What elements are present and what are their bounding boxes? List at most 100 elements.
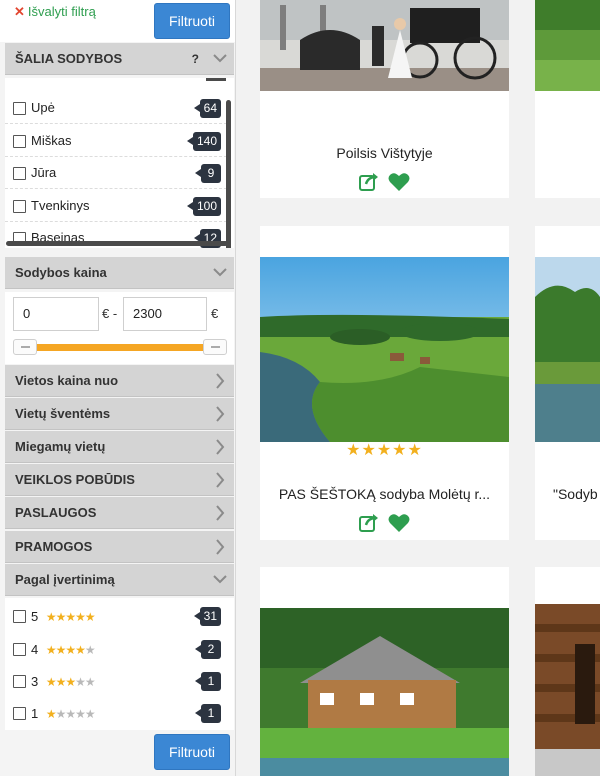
listing-card-partial[interactable] <box>535 0 600 198</box>
listing-photo[interactable] <box>260 257 509 442</box>
share-icon[interactable] <box>358 513 380 533</box>
section-entertainment[interactable]: PRAMOGOS <box>5 531 234 563</box>
rating-label: 3 <box>31 674 39 689</box>
filter-label: Miškas <box>31 133 72 148</box>
checkbox[interactable] <box>13 135 26 148</box>
checkbox[interactable] <box>13 675 26 688</box>
heart-icon[interactable] <box>388 172 410 192</box>
listing-title[interactable]: PAS ŠEŠTOKĄ sodyba Molėtų r... <box>260 486 509 502</box>
listing-card[interactable]: Poilsis Vištytyje <box>260 0 509 198</box>
wedding-carriage-photo <box>260 0 509 91</box>
filter-label: Jūra <box>31 165 57 180</box>
currency-label-max: € <box>211 306 219 321</box>
garden-photo <box>535 0 600 91</box>
section-activity-type[interactable]: VEIKLOS POBŪDIS <box>5 464 234 496</box>
rating-item-4[interactable]: 4 ★★★★★ 2 <box>5 633 227 666</box>
star-rating-icon: ★★★★★ <box>45 707 96 721</box>
price-range-handle-max[interactable] <box>203 339 227 355</box>
chevron-right-icon <box>216 505 225 521</box>
filter-sidebar: ✕ Išvalyti filtrą Filtruoti ŠALIA SODYBOS… <box>0 0 236 776</box>
chevron-right-icon <box>216 539 225 555</box>
section-near-header[interactable]: ŠALIA SODYBOS ? <box>5 43 234 75</box>
section-title: Vietų šventėms <box>15 406 111 421</box>
filter-item-jura[interactable]: Jūra 9 <box>5 157 227 189</box>
section-title: PASLAUGOS <box>15 505 97 520</box>
listing-card[interactable] <box>260 567 509 776</box>
filter-button-top[interactable]: Filtruoti <box>154 3 230 39</box>
listing-title[interactable]: "Sodyb <box>553 486 600 502</box>
share-icon[interactable] <box>358 172 380 192</box>
chevron-right-icon <box>216 472 225 488</box>
log-interior-photo <box>535 604 600 776</box>
price-min-input[interactable]: 0 <box>13 297 99 331</box>
rating-label: 5 <box>31 609 39 624</box>
lake-photo <box>535 257 600 442</box>
star-rating-icon: ★★★★★ <box>45 610 96 624</box>
filter-label: Tvenkinys <box>31 198 90 213</box>
price-max-input[interactable]: 2300 <box>123 297 207 331</box>
rating-item-5[interactable]: 5 ★★★★★ 31 <box>5 600 227 633</box>
section-sleeping-places[interactable]: Miegamų vietų <box>5 431 234 463</box>
section-rating-header[interactable]: Pagal įvertinimą <box>5 564 234 596</box>
listing-photo[interactable] <box>535 257 600 442</box>
price-range-track[interactable] <box>19 344 221 351</box>
section-event-places[interactable]: Vietų šventėms <box>5 398 234 430</box>
rating-label: 4 <box>31 642 39 657</box>
listing-rating-stars: ★★★★★ <box>346 442 423 459</box>
filter-item-miskas[interactable]: Miškas 140 <box>5 125 227 157</box>
count-badge: 1 <box>195 672 221 691</box>
listing-card-partial[interactable] <box>535 567 600 776</box>
rating-item-3[interactable]: 3 ★★★★★ 1 <box>5 665 227 698</box>
count-badge: 2 <box>195 640 221 659</box>
listing-title[interactable]: Poilsis Vištytyje <box>260 145 509 161</box>
count-badge: 1 <box>195 704 221 723</box>
chevron-down-icon <box>213 54 227 63</box>
count-badge: 100 <box>186 197 221 216</box>
listing-photo[interactable] <box>260 0 509 91</box>
count-badge: 64 <box>193 99 221 118</box>
horizontal-scrollbar[interactable] <box>6 241 228 246</box>
help-icon[interactable]: ? <box>192 43 199 75</box>
checkbox[interactable] <box>13 102 26 115</box>
section-title: Vietos kaina nuo <box>15 373 119 388</box>
section-title: VEIKLOS POBŪDIS <box>15 472 135 487</box>
filter-button-bottom[interactable]: Filtruoti <box>154 734 230 770</box>
section-near-title: ŠALIA SODYBOS <box>15 51 123 66</box>
listing-card[interactable]: ★★★★★ PAS ŠEŠTOKĄ sodyba Molėtų r... <box>260 226 509 540</box>
checkbox[interactable] <box>13 167 26 180</box>
filter-item-upe[interactable]: Upė 64 <box>5 92 227 124</box>
price-filter: 0 € - 2300 € <box>5 292 234 364</box>
listing-actions <box>358 172 413 192</box>
close-icon: ✕ <box>14 4 25 19</box>
vertical-scrollbar[interactable] <box>226 100 231 248</box>
section-rating-title: Pagal įvertinimą <box>15 572 115 587</box>
section-services[interactable]: PASLAUGOS <box>5 497 234 529</box>
star-rating-icon: ★★★★★ <box>45 643 96 657</box>
listing-photo[interactable] <box>535 0 600 91</box>
listing-card-partial[interactable]: "Sodyb <box>535 226 600 540</box>
count-badge: 31 <box>193 607 221 626</box>
checkbox[interactable] <box>13 643 26 656</box>
listing-photo[interactable] <box>260 608 509 776</box>
lake-aerial-photo <box>260 257 509 442</box>
listing-photo[interactable] <box>535 604 600 776</box>
heart-icon[interactable] <box>388 513 410 533</box>
section-title: Miegamų vietų <box>15 439 106 454</box>
chevron-right-icon <box>216 439 225 455</box>
rating-label: 1 <box>31 706 39 721</box>
clear-filter-link[interactable]: ✕ Išvalyti filtrą <box>14 4 96 20</box>
section-place-price[interactable]: Vietos kaina nuo <box>5 365 234 397</box>
checkbox[interactable] <box>13 200 26 213</box>
checkbox[interactable] <box>13 610 26 623</box>
filter-item-tvenkinys[interactable]: Tvenkinys 100 <box>5 190 227 222</box>
page: ✕ Išvalyti filtrą Filtruoti ŠALIA SODYBOS… <box>0 0 600 776</box>
currency-label-min: € - <box>102 306 118 321</box>
checkbox[interactable] <box>13 707 26 720</box>
section-price-header[interactable]: Sodybos kaina <box>5 257 234 289</box>
filter-topbar: ✕ Išvalyti filtrą Filtruoti <box>0 0 235 42</box>
chevron-down-icon <box>213 575 227 584</box>
section-price-title: Sodybos kaina <box>15 265 107 280</box>
rating-item-1[interactable]: 1 ★★★★★ 1 <box>5 697 227 730</box>
near-filter-list: Upė 64 Miškas 140 Jūra 9 Tvenkinys 100 B… <box>5 78 234 248</box>
price-range-handle-min[interactable] <box>13 339 37 355</box>
